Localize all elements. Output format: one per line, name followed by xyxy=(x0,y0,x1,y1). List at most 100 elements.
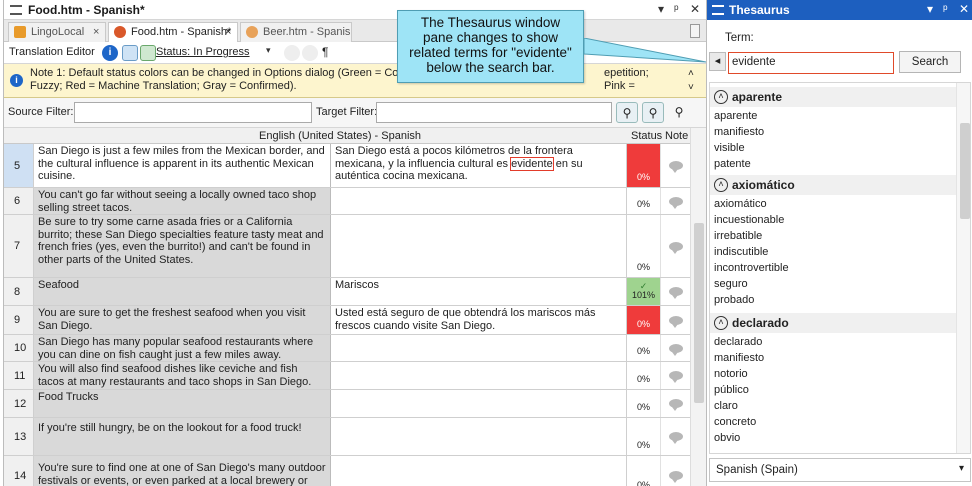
comment-icon[interactable] xyxy=(668,287,683,299)
list-item[interactable]: obvio xyxy=(714,432,740,444)
note-cell[interactable] xyxy=(661,390,690,417)
comment-icon[interactable] xyxy=(668,241,683,254)
thesaurus-scrollbar[interactable] xyxy=(956,83,970,453)
source-cell[interactable]: If you're still hungry, be on the lookou… xyxy=(34,418,331,455)
list-item[interactable]: público xyxy=(714,384,749,396)
menu-icon[interactable] xyxy=(712,5,724,15)
target-cell[interactable] xyxy=(331,362,627,389)
comment-icon[interactable] xyxy=(668,196,683,209)
edit-icon[interactable] xyxy=(122,45,138,61)
list-item[interactable]: declarado xyxy=(714,336,762,348)
status-dropdown-icon[interactable]: ▾ xyxy=(266,45,276,61)
target-cell[interactable]: San Diego está a pocos kilómetros de la … xyxy=(331,144,627,187)
list-item[interactable]: concreto xyxy=(714,416,756,428)
comment-icon[interactable] xyxy=(668,471,683,483)
target-cell[interactable]: Mariscos xyxy=(331,278,627,305)
confirm-icon[interactable] xyxy=(140,45,156,61)
target-cell[interactable] xyxy=(331,390,627,417)
scroll-up-icon[interactable]: ˄ xyxy=(688,68,694,79)
find-icon[interactable]: ⚲ xyxy=(616,102,638,123)
table-row[interactable]: 6 You can't go far without seeing a loca… xyxy=(4,188,690,215)
target-cell[interactable] xyxy=(331,335,627,361)
source-cell[interactable]: You can't go far without seeing a locall… xyxy=(34,188,331,214)
collapse-icon[interactable]: ˄ xyxy=(714,178,728,192)
list-item[interactable]: probado xyxy=(714,294,754,306)
list-item[interactable]: seguro xyxy=(714,278,748,290)
scroll-down-icon[interactable]: ˅ xyxy=(688,82,694,93)
previous-icon[interactable] xyxy=(284,45,300,61)
list-item[interactable]: visible xyxy=(714,142,745,154)
term-input[interactable]: evidente xyxy=(728,52,894,74)
table-row[interactable]: 12 Food Trucks 0% xyxy=(4,390,690,418)
source-cell[interactable]: San Diego has many popular seafood resta… xyxy=(34,335,331,361)
tab-lingolocal[interactable]: LingoLocal × xyxy=(8,22,106,42)
table-row[interactable]: 7 Be sure to try some carne asada fries … xyxy=(4,215,690,278)
close-icon[interactable]: ✕ xyxy=(959,2,969,16)
list-item[interactable]: indiscutible xyxy=(714,246,768,258)
next-icon[interactable] xyxy=(302,45,318,61)
target-cell[interactable] xyxy=(331,215,627,277)
close-tab-icon[interactable]: × xyxy=(225,26,231,38)
list-item[interactable]: manifiesto xyxy=(714,126,764,138)
comment-icon[interactable] xyxy=(668,399,683,411)
list-item[interactable]: manifiesto xyxy=(714,352,764,364)
pilcrow-icon[interactable]: ¶ xyxy=(322,45,338,61)
tab-food-spanish[interactable]: Food.htm - Spanish* × xyxy=(108,22,238,42)
target-cell[interactable]: Usted está seguro de que obtendrá los ma… xyxy=(331,306,627,334)
group-header[interactable]: ˄ axiomático xyxy=(710,175,956,195)
tab-beer-spanish[interactable]: Beer.htm - Spanish xyxy=(240,22,352,42)
list-item[interactable]: irrebatible xyxy=(714,230,762,242)
list-item[interactable]: notorio xyxy=(714,368,748,380)
group-header[interactable]: ˄ declarado xyxy=(710,313,956,333)
table-row[interactable]: 14 You're sure to find one at one of San… xyxy=(4,456,690,486)
pin-icon[interactable]: ᵖ xyxy=(674,2,679,16)
group-header[interactable]: ˄ aparente xyxy=(710,87,956,107)
source-cell[interactable]: You are sure to get the freshest seafood… xyxy=(34,306,331,334)
pin-icon[interactable]: ᵖ xyxy=(943,2,948,16)
list-item[interactable]: aparente xyxy=(714,110,757,122)
close-icon[interactable]: ✕ xyxy=(690,2,700,16)
source-filter-input[interactable] xyxy=(74,102,312,123)
close-tab-icon[interactable]: × xyxy=(93,26,99,38)
menu-icon[interactable] xyxy=(10,5,22,15)
grid-scrollbar[interactable] xyxy=(690,128,706,486)
back-arrow-icon[interactable]: ◂ xyxy=(709,52,726,71)
source-cell[interactable]: You're sure to find one at one of San Di… xyxy=(34,456,331,486)
scrollbar-thumb[interactable] xyxy=(694,223,704,403)
note-cell[interactable] xyxy=(661,456,690,486)
selected-term[interactable]: evidente xyxy=(510,156,554,171)
target-cell[interactable] xyxy=(331,456,627,486)
source-cell[interactable]: You will also find seafood dishes like c… xyxy=(34,362,331,389)
note-cell[interactable] xyxy=(661,306,690,334)
tab-overflow-button[interactable] xyxy=(690,24,700,38)
collapse-icon[interactable]: ˄ xyxy=(714,316,728,330)
note-cell[interactable] xyxy=(661,144,690,187)
table-row[interactable]: 8 Seafood Mariscos ✓ 101% xyxy=(4,278,690,306)
source-cell[interactable]: Seafood xyxy=(34,278,331,305)
collapse-icon[interactable]: ˄ xyxy=(714,90,728,104)
target-cell[interactable] xyxy=(331,418,627,455)
scrollbar-thumb[interactable] xyxy=(960,123,970,219)
info-icon[interactable]: i xyxy=(102,45,118,61)
note-cell[interactable] xyxy=(661,418,690,455)
comment-icon[interactable] xyxy=(668,371,683,383)
target-filter-input[interactable] xyxy=(376,102,612,123)
comment-icon[interactable] xyxy=(668,343,683,356)
find-settings-icon[interactable]: ⚲ xyxy=(668,102,690,123)
list-item[interactable]: claro xyxy=(714,400,738,412)
status-link[interactable]: Status: In Progress xyxy=(156,46,250,58)
list-item[interactable]: incuestionable xyxy=(714,214,784,226)
comment-icon[interactable] xyxy=(668,161,683,173)
dropdown-icon[interactable]: ▾ xyxy=(927,2,933,16)
table-row[interactable]: 5 San Diego is just a few miles from the… xyxy=(4,144,690,188)
source-cell[interactable]: San Diego is just a few miles from the M… xyxy=(34,144,331,187)
target-cell[interactable] xyxy=(331,188,627,214)
list-item[interactable]: patente xyxy=(714,158,751,170)
table-row[interactable]: 13 If you're still hungry, be on the loo… xyxy=(4,418,690,456)
list-item[interactable]: incontrovertible xyxy=(714,262,789,274)
table-row[interactable]: 9 You are sure to get the freshest seafo… xyxy=(4,306,690,335)
table-row[interactable]: 10 San Diego has many popular seafood re… xyxy=(4,335,690,362)
find-clear-icon[interactable]: ⚲ xyxy=(642,102,664,123)
note-cell[interactable] xyxy=(661,362,690,389)
comment-icon[interactable] xyxy=(668,432,683,444)
